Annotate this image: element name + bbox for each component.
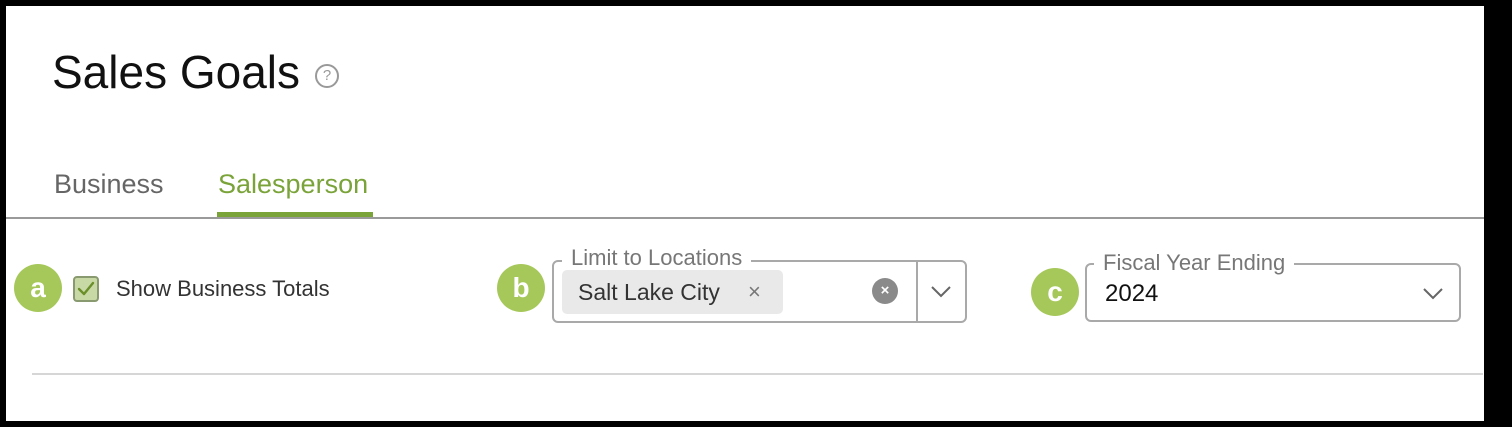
show-business-totals-label: Show Business Totals xyxy=(116,276,330,301)
chip-remove-icon[interactable]: × xyxy=(748,278,761,306)
locations-field-label: Limit to Locations xyxy=(562,245,752,271)
chevron-down-icon xyxy=(931,286,951,298)
help-icon[interactable]: ? xyxy=(315,64,339,88)
location-chip-label: Salt Lake City xyxy=(578,279,720,305)
show-business-totals-checkbox[interactable] xyxy=(73,276,99,302)
tab-salesperson[interactable]: Salesperson xyxy=(218,164,368,204)
callout-marker-a: a xyxy=(14,264,62,312)
clear-selection-icon[interactable]: × xyxy=(872,278,898,304)
checkmark-icon xyxy=(77,281,95,296)
locations-dropdown-button[interactable] xyxy=(918,262,965,321)
callout-marker-b: b xyxy=(497,264,545,312)
fiscal-year-value: 2024 xyxy=(1105,280,1159,307)
location-chip: Salt Lake City × xyxy=(562,270,783,314)
tab-divider xyxy=(6,217,1484,219)
fiscal-year-field-label: Fiscal Year Ending xyxy=(1094,250,1295,276)
callout-marker-c: c xyxy=(1031,268,1079,316)
chevron-down-icon[interactable] xyxy=(1422,287,1444,300)
section-divider xyxy=(32,373,1483,375)
sales-goals-panel: Sales Goals ? Business Salesperson a Sho… xyxy=(6,6,1484,421)
page-title: Sales Goals xyxy=(52,46,301,98)
tab-business[interactable]: Business xyxy=(54,164,164,204)
